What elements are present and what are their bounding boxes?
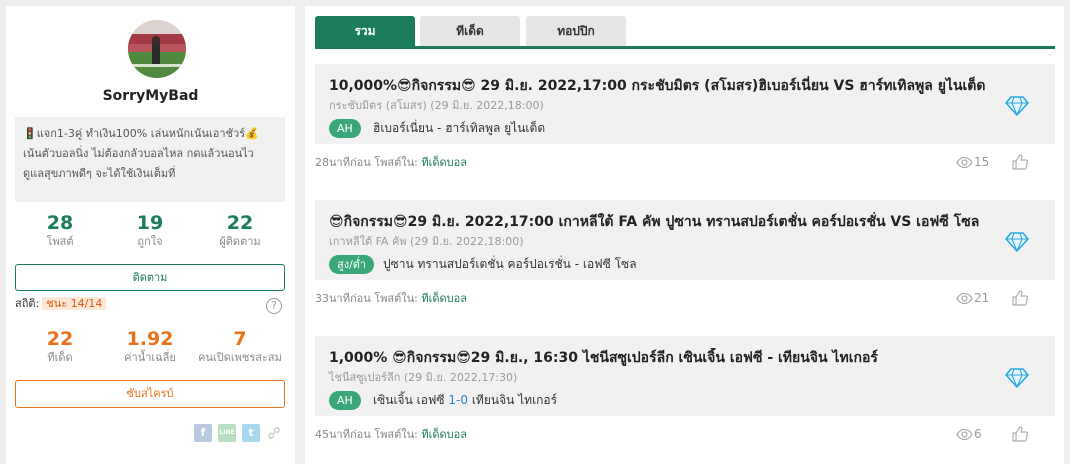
stat-tips: 22 ทีเด็ด bbox=[20, 328, 100, 365]
match-line: ปูซาน ทรานสปอร์เตชั่น คอร์ปอเรชั่น - เอฟ… bbox=[383, 255, 637, 274]
bet-type-tag: AH bbox=[329, 119, 361, 138]
post-category-link[interactable]: ทีเด็ดบอล bbox=[421, 156, 467, 169]
post-league: กระชับมิตร (สโมสร) (29 มิ.ย. 2022,18:00) bbox=[329, 99, 544, 112]
stat-tips-label: ทีเด็ด bbox=[47, 351, 73, 364]
post-card[interactable]: 1,000% 😎กิจกรรม😎29 มิ.ย., 16:30 ไชนีสซูเ… bbox=[315, 336, 1055, 416]
bio-line-2: เน้นตัวบอลนิ่ง ไม่ต้องกลัวบอลไหล กดแล้วน… bbox=[23, 147, 254, 160]
copy-link-icon[interactable] bbox=[266, 425, 282, 441]
posted-in-label: โพสต์ใน: bbox=[374, 292, 418, 305]
win-rate-badge: ชนะ 14/14 bbox=[42, 297, 107, 310]
post-title[interactable]: 10,000%😎กิจกรรม😎 29 มิ.ย. 2022,17:00 กระ… bbox=[329, 76, 989, 96]
view-count: 15 bbox=[956, 154, 989, 170]
stat-followers: 22 ผู้ติดตาม bbox=[200, 212, 280, 249]
post-card[interactable]: 😎กิจกรรม😎29 มิ.ย. 2022,17:00 เกาหลีใต้ F… bbox=[315, 200, 1055, 280]
match-separator: - bbox=[570, 257, 583, 271]
line-share-icon[interactable]: LINE bbox=[218, 424, 236, 442]
profile-card: SorryMyBad 🚦แจก1-3คู่ ทำเงิน100% เล่นหนั… bbox=[6, 6, 295, 464]
username: SorryMyBad bbox=[102, 88, 199, 104]
twitter-share-icon[interactable]: t bbox=[242, 424, 260, 442]
stat-followers-label: ผู้ติดตาม bbox=[219, 235, 261, 248]
stat-followers-value: 22 bbox=[226, 212, 254, 234]
help-icon[interactable]: ? bbox=[266, 298, 282, 314]
match-score: 1-0 bbox=[448, 393, 468, 407]
post-category-link[interactable]: ทีเด็ดบอล bbox=[421, 292, 467, 305]
post-title[interactable]: 😎กิจกรรม😎29 มิ.ย. 2022,17:00 เกาหลีใต้ F… bbox=[329, 212, 989, 232]
bio-line-1: แจก1-3คู่ ทำเงิน100% เล่นหนักเน้นเอาชัวร… bbox=[36, 127, 246, 140]
match-away: เอฟซี โซล bbox=[582, 257, 637, 271]
eye-icon bbox=[956, 428, 973, 441]
view-count-value: 15 bbox=[974, 155, 990, 169]
post-league: เกาหลีใต้ FA คัพ (29 มิ.ย. 2022,18:00) bbox=[329, 235, 524, 248]
tab-tips[interactable]: ทีเด็ด bbox=[420, 16, 520, 46]
like-icon[interactable] bbox=[1011, 425, 1029, 443]
avatar[interactable] bbox=[128, 20, 186, 78]
facebook-share-icon[interactable]: f bbox=[194, 424, 212, 442]
stat-likes: 19 ถูกใจ bbox=[110, 212, 190, 249]
avatar-image-icon bbox=[128, 20, 186, 78]
bet-type-tag: สูง/ต่ำ bbox=[329, 255, 375, 274]
post-category-link[interactable]: ทีเด็ดบอล bbox=[421, 428, 467, 441]
stat-avg-odds: 1.92 ค่าน้ำเฉลี่ย bbox=[110, 328, 190, 365]
posted-in-label: โพสต์ใน: bbox=[374, 428, 418, 441]
stat-tips-value: 22 bbox=[46, 328, 74, 350]
tab-topics[interactable]: ทอปปิก bbox=[526, 16, 626, 46]
subscribe-button[interactable]: ซับสไครบ์ bbox=[15, 380, 285, 408]
match-home: ปูซาน ทรานสปอร์เตชั่น คอร์ปอเรชั่น bbox=[383, 257, 571, 271]
post-league: ไชนีสซูเปอร์ลีก (29 มิ.ย. 2022,17:30) bbox=[329, 371, 518, 384]
bet-type-tag: AH bbox=[329, 391, 361, 410]
stat-avg-odds-label: ค่าน้ำเฉลี่ย bbox=[124, 351, 176, 364]
bio-line-3: ดูแลสุขภาพดีๆ จะได้ใช้เงินเต็มที่ bbox=[23, 167, 176, 180]
diamond-icon[interactable] bbox=[1005, 367, 1029, 389]
stat-diamond-openers-value: 7 bbox=[233, 328, 247, 350]
post-meta: 28นาทีก่อน โพสต์ใน: ทีเด็ดบอล bbox=[315, 156, 467, 170]
tab-all[interactable]: รวม bbox=[315, 16, 415, 46]
stat-posts-value: 28 bbox=[46, 212, 74, 234]
stats-summary-label: สถิติ: bbox=[15, 297, 40, 310]
like-icon[interactable] bbox=[1011, 289, 1029, 307]
feed-panel: รวม ทีเด็ด ทอปปิก 10,000%😎กิจกรรม😎 29 มิ… bbox=[305, 6, 1064, 464]
post-time: 33นาทีก่อน bbox=[315, 292, 371, 305]
money-bag-icon: 💰 bbox=[245, 127, 259, 140]
stat-likes-value: 19 bbox=[136, 212, 164, 234]
stat-posts: 28 โพสต์ bbox=[20, 212, 100, 249]
match-line: เซินเจิ้น เอฟซี 1-0 เทียนจิน ไทเกอร์ bbox=[373, 391, 557, 410]
match-home: เซินเจิ้น เอฟซี bbox=[373, 393, 445, 407]
match-away: เทียนจิน ไทเกอร์ bbox=[471, 393, 558, 407]
stat-diamond-openers: 7 คนเปิดเพชรสะสม bbox=[190, 328, 290, 365]
post-title[interactable]: 1,000% 😎กิจกรรม😎29 มิ.ย., 16:30 ไชนีสซูเ… bbox=[329, 348, 989, 368]
view-count-value: 21 bbox=[974, 291, 990, 305]
follow-button[interactable]: ติดตาม bbox=[15, 264, 285, 291]
view-count: 21 bbox=[956, 290, 989, 306]
match-home: ฮิเบอร์เนี่ยน bbox=[373, 121, 434, 135]
post-time: 45นาทีก่อน bbox=[315, 428, 371, 441]
eye-icon bbox=[956, 292, 973, 305]
bullet-emoji-icon: 🚦 bbox=[23, 127, 37, 140]
stat-likes-label: ถูกใจ bbox=[137, 235, 163, 248]
post-meta: 33นาทีก่อน โพสต์ใน: ทีเด็ดบอล bbox=[315, 292, 467, 306]
post-meta: 45นาทีก่อน โพสต์ใน: ทีเด็ดบอล bbox=[315, 428, 467, 442]
posted-in-label: โพสต์ใน: bbox=[374, 156, 418, 169]
view-count-value: 6 bbox=[974, 427, 982, 441]
diamond-icon[interactable] bbox=[1005, 231, 1029, 253]
post-time: 28นาทีก่อน bbox=[315, 156, 371, 169]
stats-summary: สถิติ: ชนะ 14/14 bbox=[15, 297, 107, 311]
tab-bar: รวม ทีเด็ด ทอปปิก bbox=[315, 16, 1055, 49]
stat-avg-odds-value: 1.92 bbox=[126, 328, 174, 350]
post-card[interactable]: 10,000%😎กิจกรรม😎 29 มิ.ย. 2022,17:00 กระ… bbox=[315, 64, 1055, 144]
diamond-icon[interactable] bbox=[1005, 95, 1029, 117]
like-icon[interactable] bbox=[1011, 153, 1029, 171]
match-separator: - bbox=[433, 121, 446, 135]
stat-diamond-openers-label: คนเปิดเพชรสะสม bbox=[198, 351, 282, 364]
bio-box: 🚦แจก1-3คู่ ทำเงิน100% เล่นหนักเน้นเอาชัว… bbox=[15, 117, 285, 202]
match-line: ฮิเบอร์เนี่ยน - ฮาร์เทิลพูล ยูไนเต็ด bbox=[373, 119, 545, 138]
match-away: ฮาร์เทิลพูล ยูไนเต็ด bbox=[445, 121, 546, 135]
view-count: 6 bbox=[956, 426, 982, 442]
eye-icon bbox=[956, 156, 973, 169]
stat-posts-label: โพสต์ bbox=[46, 235, 74, 248]
